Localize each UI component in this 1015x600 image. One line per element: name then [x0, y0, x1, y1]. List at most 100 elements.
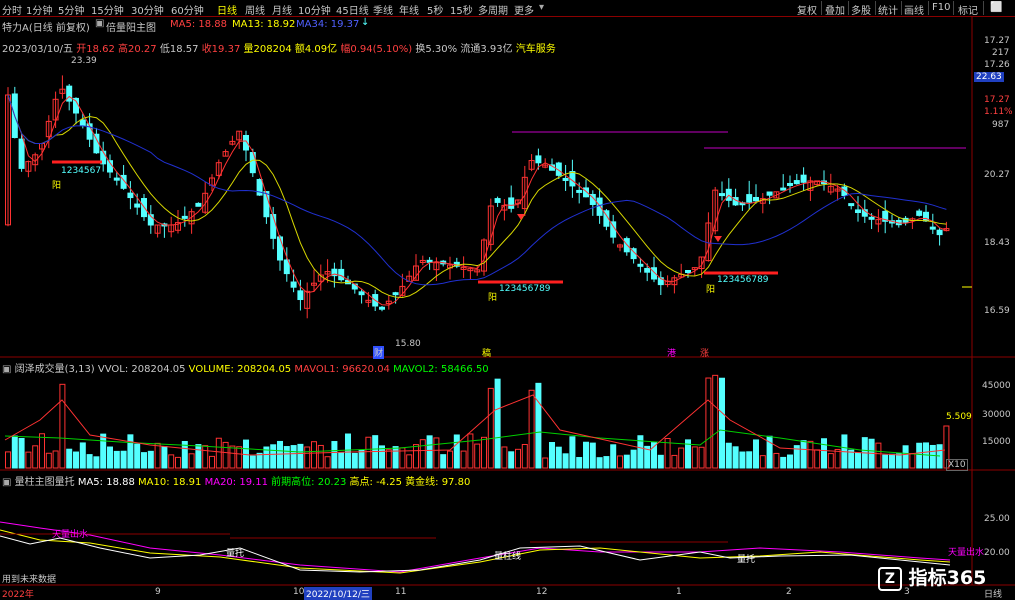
- volume-bar: [209, 455, 215, 469]
- volume-bar: [691, 446, 698, 469]
- candle-body: [637, 263, 644, 267]
- volume-bar: [256, 452, 263, 469]
- volume-bar: [290, 445, 297, 469]
- candle-body: [855, 209, 861, 214]
- x-tick: 2022年: [2, 590, 34, 600]
- candle-body: [290, 281, 297, 288]
- volume-bar: [623, 454, 630, 469]
- volume-bar: [705, 377, 712, 469]
- volume-bar: [66, 448, 73, 469]
- volume-bar: [521, 443, 528, 469]
- main-indicator-name[interactable]: 倍量阳主图: [106, 19, 156, 34]
- volume-bar: [358, 449, 365, 469]
- sub-ma20-value: MA20: 19.11: [204, 477, 268, 488]
- y-tick: 17.27: [984, 95, 1010, 105]
- sub-ma20-line: [0, 521, 951, 573]
- vol-y-tick: 30000: [982, 410, 1011, 420]
- prev-high-value: 前期高位: 20.23: [271, 477, 347, 488]
- volume-bar: [460, 450, 467, 469]
- watermark-logo: Z 指标365: [878, 563, 986, 591]
- candle-body: [494, 198, 501, 203]
- candle-body: [848, 203, 855, 207]
- volume-bar: [338, 452, 345, 469]
- volume-bar: [25, 451, 32, 469]
- volume-bar: [827, 453, 834, 469]
- volume-bar: [331, 441, 338, 469]
- high-point-value: 高点: -4.25: [349, 477, 402, 488]
- volume-bar: [283, 446, 290, 469]
- indicator-settings-icon[interactable]: ▣: [95, 18, 104, 29]
- candle-body: [562, 177, 569, 181]
- watermark-text: 指标365: [908, 567, 987, 589]
- volume-bar: [494, 378, 501, 469]
- volume-indicator-name[interactable]: 阔泽成交量(3,13): [15, 364, 95, 375]
- volume-bar: [168, 454, 175, 469]
- candle-body: [753, 196, 759, 202]
- volume-bar: [324, 456, 331, 469]
- y-tick: 20.27: [984, 170, 1010, 180]
- candle-body: [297, 290, 304, 301]
- candle-body: [18, 138, 25, 169]
- kline-chart[interactable]: [0, 0, 1015, 600]
- volume-bar: [603, 456, 610, 469]
- volume-bar: [453, 434, 460, 469]
- sub-indicator-name[interactable]: 量柱主图量托: [15, 477, 75, 488]
- volume-bar: [249, 455, 256, 469]
- volume-bar: [746, 451, 753, 469]
- current-volume-label: 5.509: [946, 412, 972, 422]
- x-tick: 11: [395, 587, 407, 597]
- event-marker-gang[interactable]: 港: [667, 346, 676, 359]
- sub-ma10-line: [0, 529, 951, 574]
- low-price-label: 15.80: [395, 339, 421, 349]
- volume-bar: [311, 441, 317, 469]
- event-marker-gao[interactable]: 稿: [482, 346, 491, 359]
- volume-bar: [277, 440, 283, 469]
- volume-bar: [569, 436, 576, 469]
- candle-body: [868, 216, 875, 220]
- volume-bar: [392, 446, 399, 469]
- volume-bar: [447, 450, 453, 469]
- volume-bar: [773, 452, 780, 469]
- volume-bar: [107, 446, 113, 469]
- volume-bar: [195, 444, 202, 469]
- volume-panel-title: ▣ 阔泽成交量(3,13) VVOL: 208204.05 VOLUME: 20…: [2, 360, 489, 375]
- yang-label: 阳: [488, 293, 498, 303]
- volume-bar: [753, 439, 759, 469]
- quote-info: 2023/03/10/五 开18.62 高20.27 低18.57 收19.37…: [2, 40, 556, 55]
- volume-bar: [113, 450, 120, 469]
- volume-bar: [555, 446, 562, 469]
- yang-label: 阳: [706, 285, 716, 295]
- panel-settings-icon[interactable]: ▣: [2, 364, 11, 375]
- period-label[interactable]: 日线: [984, 587, 1002, 600]
- quote-change: 幅0.94(5.10%): [340, 44, 413, 55]
- volume-bar: [127, 434, 134, 469]
- volume-bar: [385, 449, 392, 469]
- quote-volume: 量208204: [243, 44, 292, 55]
- volume-bar: [610, 444, 617, 469]
- ma34-value: MA34: 19.37: [296, 19, 360, 30]
- candle-body: [127, 192, 134, 199]
- volume-bar: [406, 454, 413, 469]
- x-tick: 12: [536, 587, 548, 597]
- volume-bar: [617, 455, 623, 469]
- volume-bar: [814, 449, 821, 469]
- quote-sector[interactable]: 汽车服务: [516, 44, 556, 55]
- volume-bar: [739, 451, 746, 469]
- volume-bar: [780, 456, 787, 469]
- event-marker-cai[interactable]: 财: [373, 346, 385, 359]
- panel-settings-icon[interactable]: ▣: [2, 477, 11, 488]
- sub-panel-title: ▣ 量柱主图量托 MA5: 18.88 MA10: 18.91 MA20: 19…: [2, 473, 470, 488]
- volume-bar: [134, 443, 141, 469]
- volume-bar: [317, 444, 324, 469]
- sub-annotation: 量柱线: [494, 552, 522, 562]
- volume-bar: [562, 453, 569, 469]
- quote-turnover: 换5.30%: [415, 44, 458, 55]
- candle-body: [793, 180, 800, 185]
- volume-bar: [576, 457, 583, 469]
- signal-arrow-icon: [714, 236, 722, 242]
- volume-bar: [902, 445, 909, 469]
- sub-y-tick: 20.00: [984, 548, 1010, 558]
- sub-ma5-value: MA5: 18.88: [77, 477, 135, 488]
- event-marker-zhang[interactable]: 涨: [700, 346, 709, 359]
- volume-bar: [678, 447, 685, 469]
